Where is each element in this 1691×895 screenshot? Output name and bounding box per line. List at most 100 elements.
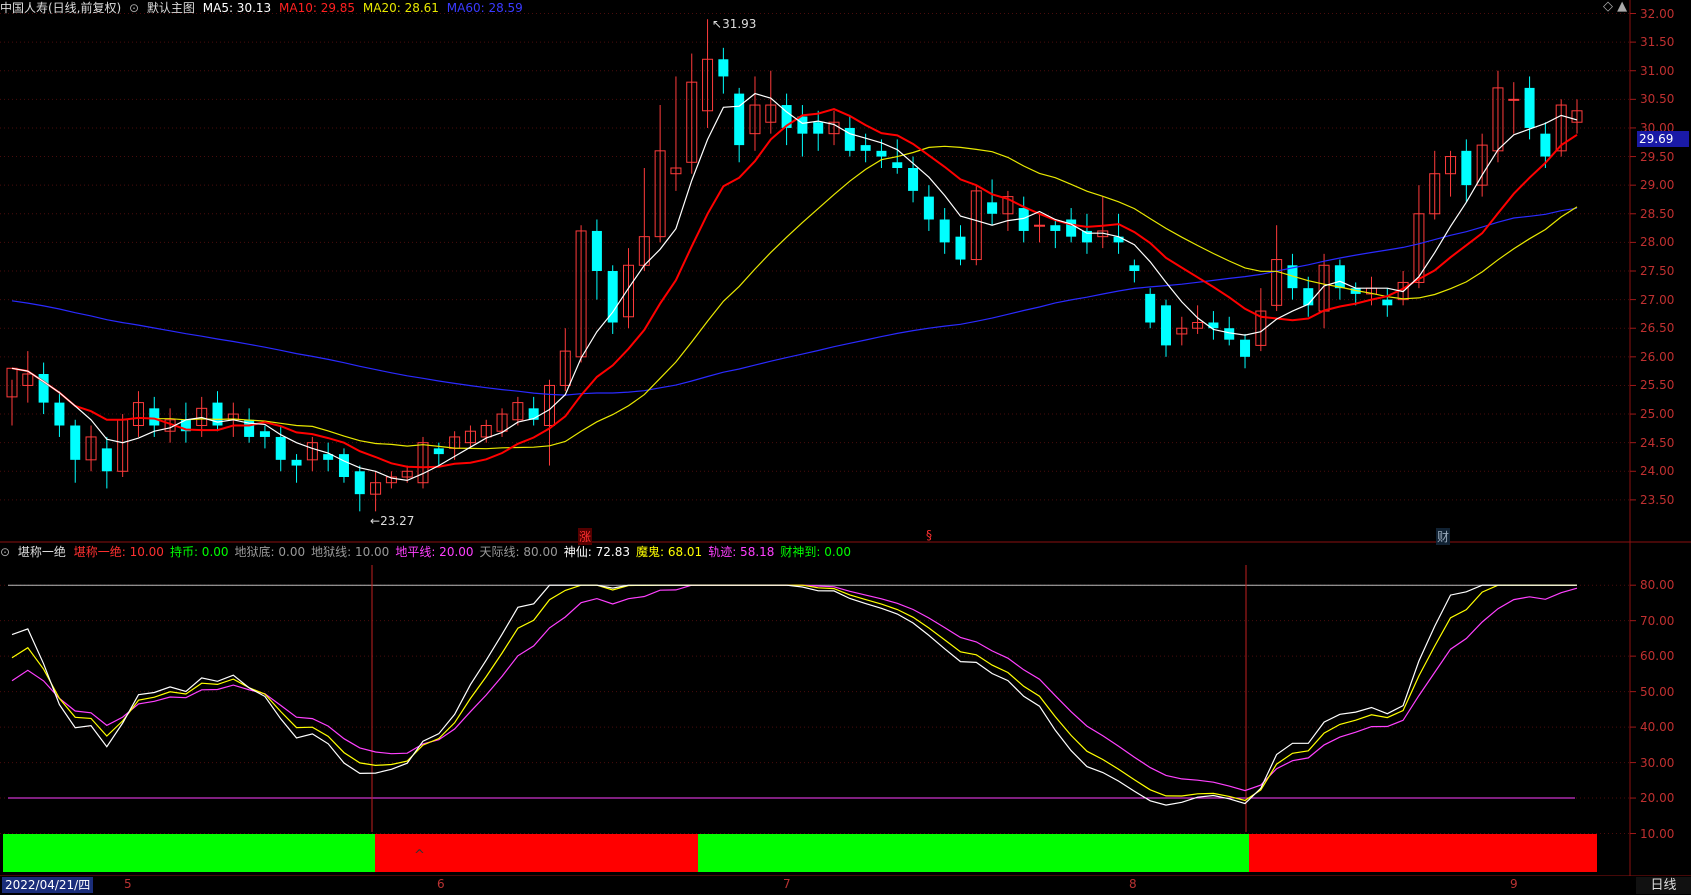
month-tick-9: 9 [1510, 877, 1518, 891]
indicator-value-8: 轨迹: 58.18 [708, 545, 775, 559]
candle-body-down [892, 162, 903, 168]
indicator-value-7: 魔鬼: 68.01 [635, 545, 703, 559]
hold-cash-bar [698, 834, 1249, 872]
candle-body-up [1034, 224, 1046, 227]
moving-average-lines [11, 92, 1578, 482]
price-axis-label: 26.00 [1640, 349, 1675, 364]
candle-body-down [54, 402, 65, 426]
month-tick-6: 6 [437, 877, 445, 891]
indicator-axis-label: 40.00 [1640, 720, 1675, 735]
candle-body-down [797, 116, 808, 134]
candle-body-down [1129, 265, 1140, 271]
ma10-line [11, 108, 1578, 469]
candle-body-down [259, 431, 270, 437]
high-price-label: ↖31.93 [712, 17, 757, 31]
month-tick-7: 7 [783, 877, 791, 891]
sell-bar [1249, 834, 1597, 872]
stock-chart-canvas[interactable] [0, 0, 1691, 895]
candle-body-down [149, 408, 160, 426]
ma60-value: MA60: 28.59 [446, 1, 523, 15]
ma20-line [11, 145, 1578, 450]
symbol-title[interactable]: 中国人寿(日线,前复权) [0, 1, 121, 15]
ma5-value: MA5: 30.13 [202, 1, 272, 15]
candle-body-down [433, 448, 444, 455]
price-axis-label: 28.50 [1640, 206, 1675, 221]
ma20-value: MA20: 28.61 [362, 1, 439, 15]
indicator-axis-label: 30.00 [1640, 755, 1675, 770]
devil-line [11, 584, 1577, 802]
immortal-line [11, 584, 1577, 806]
price-axis-label: 27.50 [1640, 264, 1675, 278]
chart-menu-icon[interactable]: ⊙ [129, 1, 139, 15]
price-axis-label: 30.50 [1640, 92, 1675, 107]
candle-body-down [718, 59, 729, 77]
candle-body-down [275, 436, 286, 460]
candle-body-down [70, 425, 81, 460]
candle-body-down [1382, 299, 1393, 306]
indicator-value-9: 财神到: 0.00 [780, 545, 851, 559]
price-axis-label: 29.00 [1640, 178, 1675, 193]
price-axis-label: 29.50 [1640, 149, 1675, 164]
rise-marker[interactable]: 涨 [578, 528, 593, 545]
indicator-header: ⊙ 堪称一绝 堪称一绝: 10.00 持币: 0.00 地狱底: 0.00 地狱线: … [0, 545, 861, 559]
month-tick-5: 5 [124, 877, 132, 891]
price-axis-label: 23.50 [1640, 492, 1675, 507]
candle-body-down [955, 236, 966, 260]
time-axis [0, 876, 1691, 895]
caret-marker: ^ [414, 848, 425, 863]
candle-body-down [101, 448, 112, 472]
candle-body-down [813, 122, 824, 134]
candle-body-down [987, 202, 998, 214]
indicator-panel [0, 565, 1636, 872]
candle-body-down [1145, 293, 1156, 323]
ma10-value: MA10: 29.85 [279, 1, 356, 15]
current-price-badge: 29.69 [1637, 131, 1689, 147]
ma60-line [11, 207, 1578, 396]
finance-marker[interactable]: 财 [1436, 528, 1451, 545]
price-axis-label: 32.00 [1640, 6, 1675, 21]
candle-body-down [1303, 288, 1314, 306]
indicator-axis-label: 50.00 [1640, 684, 1675, 699]
indicator-axis-label: 10.00 [1640, 826, 1675, 841]
candle-body-down [1334, 265, 1345, 289]
candle-body-down [1050, 225, 1061, 231]
chart-name[interactable]: 默认主图 [147, 1, 195, 15]
candle-body-down [1240, 339, 1251, 357]
month-tick-8: 8 [1129, 877, 1137, 891]
indicator-menu-icon[interactable]: ⊙ [0, 545, 10, 559]
indicator-value-6: 神仙: 72.83 [563, 545, 630, 559]
candle-body-down [1540, 133, 1551, 157]
main-chart-header: 中国人寿(日线,前复权) ⊙ 默认主图 MA5: 30.13 MA10: 29.… [0, 1, 527, 15]
section-marker[interactable]: § [926, 528, 932, 542]
candle-body-down [354, 471, 365, 495]
candle-body-down [591, 230, 602, 271]
indicator-name[interactable]: 堪称一绝 [18, 545, 66, 559]
price-axis-label: 25.00 [1640, 407, 1675, 422]
price-axis-label: 26.50 [1640, 321, 1675, 336]
indicator-value-1: 持币: 0.00 [169, 545, 229, 559]
price-axis-label: 31.00 [1640, 63, 1675, 78]
candle-body-down [1461, 150, 1472, 186]
trail-line [11, 584, 1578, 792]
indicator-value-2: 地狱底: 0.00 [234, 545, 306, 559]
candle-body-down [876, 150, 887, 157]
candle-body-down [338, 454, 349, 477]
indicator-value-4: 地平线: 20.00 [395, 545, 474, 559]
candle-body-down [1113, 236, 1124, 243]
collapse-icon[interactable]: ◇ ▲ [1603, 0, 1627, 14]
candle-body-down [1018, 208, 1029, 231]
period-button[interactable]: 日线 [1636, 877, 1691, 894]
candle-body-down [734, 93, 745, 146]
indicator-value-0: 堪称一绝: 10.00 [73, 545, 164, 559]
indicator-value-5: 天际线: 80.00 [479, 545, 558, 559]
candle-body-down [607, 271, 618, 323]
indicator-axis-label: 60.00 [1640, 649, 1675, 664]
candle-body-down [1160, 305, 1171, 346]
candle-body-up [1508, 98, 1520, 101]
candle-body-down [860, 145, 871, 151]
price-axis-label: 25.50 [1640, 378, 1675, 393]
candle-body-down [1066, 219, 1077, 237]
price-axis-label: 31.50 [1640, 35, 1675, 50]
price-axis-label: 24.00 [1640, 464, 1675, 479]
candle-body-down [1224, 328, 1235, 340]
